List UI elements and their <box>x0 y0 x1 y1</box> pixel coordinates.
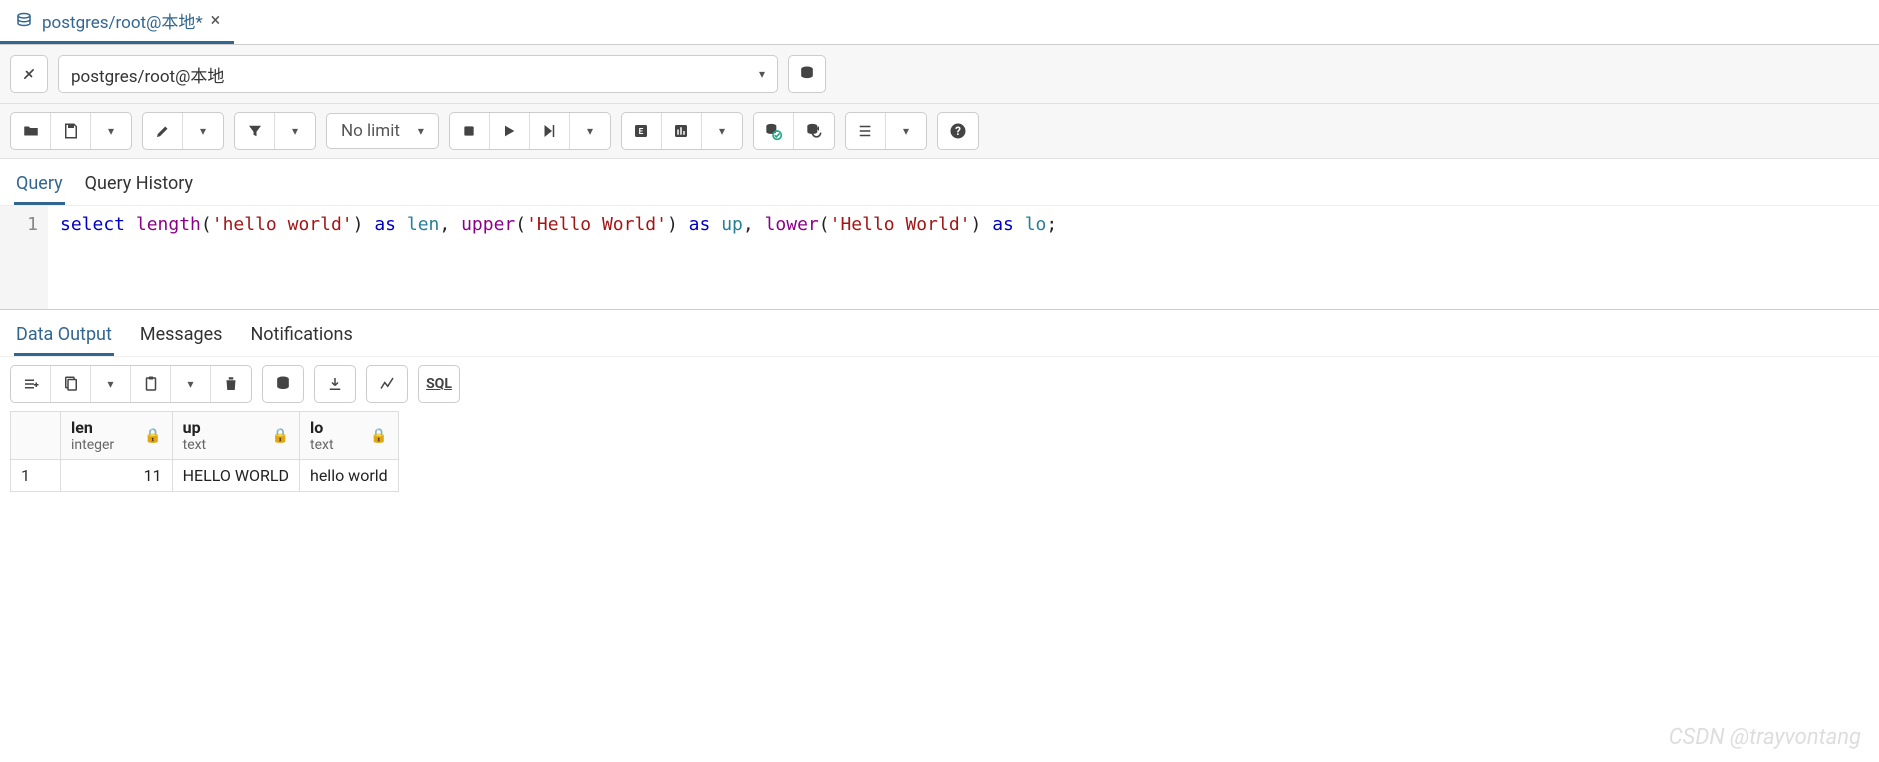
commit-button[interactable] <box>754 113 794 149</box>
tab-messages[interactable]: Messages <box>138 320 225 356</box>
svg-text:E: E <box>639 127 644 137</box>
table-row[interactable]: 1 11 HELLO WORLD hello world <box>11 460 399 492</box>
cell-up[interactable]: HELLO WORLD <box>172 460 299 492</box>
explain-analyze-button[interactable] <box>662 113 702 149</box>
row-header-corner <box>11 412 61 460</box>
explain-dropdown[interactable]: ▾ <box>702 113 742 149</box>
chart-button[interactable] <box>367 366 407 402</box>
database-picker-button[interactable] <box>788 55 826 93</box>
sql-view-button[interactable]: SQL <box>419 366 459 402</box>
rollback-button[interactable] <box>794 113 834 149</box>
cell-len[interactable]: 11 <box>61 460 173 492</box>
svg-text:?: ? <box>955 124 961 138</box>
stop-button[interactable] <box>450 113 490 149</box>
column-header-up[interactable]: up text 🔒 <box>172 412 299 460</box>
lock-icon: 🔒 <box>272 428 289 444</box>
row-number: 1 <box>11 460 61 492</box>
explain-button[interactable]: E <box>622 113 662 149</box>
connection-bar: postgres/root@本地 ▾ <box>0 45 1879 104</box>
execute-dropdown[interactable]: ▾ <box>570 113 610 149</box>
chevron-down-icon: ▾ <box>759 67 765 81</box>
lock-icon: 🔒 <box>144 428 161 444</box>
paste-button[interactable] <box>131 366 171 402</box>
copy-dropdown[interactable]: ▾ <box>91 366 131 402</box>
column-header-len[interactable]: len integer 🔒 <box>61 412 173 460</box>
macros-button[interactable] <box>846 113 886 149</box>
save-dropdown[interactable]: ▾ <box>91 113 131 149</box>
line-gutter: 1 <box>0 206 48 309</box>
result-grid: len integer 🔒 up text 🔒 <box>10 411 399 492</box>
tab-query-history[interactable]: Query History <box>83 169 195 205</box>
filter-button[interactable] <box>235 113 275 149</box>
tab-query[interactable]: Query <box>14 169 65 205</box>
execute-button[interactable] <box>490 113 530 149</box>
cell-lo[interactable]: hello world <box>300 460 399 492</box>
lock-icon: 🔒 <box>370 428 387 444</box>
connection-status-button[interactable] <box>10 55 48 93</box>
tab-notifications[interactable]: Notifications <box>248 320 354 356</box>
chevron-down-icon: ▾ <box>418 124 424 138</box>
watermark: CSDN @trayvontang <box>1669 725 1861 750</box>
execute-script-button[interactable] <box>530 113 570 149</box>
code-line: select length('hello world') as len, upp… <box>48 206 1069 309</box>
add-row-button[interactable] <box>11 366 51 402</box>
edit-dropdown[interactable]: ▾ <box>183 113 223 149</box>
tab-bar: postgres/root@本地* × <box>0 0 1879 45</box>
sql-editor[interactable]: 1 select length('hello world') as len, u… <box>0 205 1879 310</box>
output-tabs: Data Output Messages Notifications <box>0 310 1879 356</box>
macros-dropdown[interactable]: ▾ <box>886 113 926 149</box>
close-icon[interactable]: × <box>211 10 221 31</box>
tab-data-output[interactable]: Data Output <box>14 320 114 356</box>
copy-button[interactable] <box>51 366 91 402</box>
editor-tabs: Query Query History <box>0 159 1879 205</box>
save-data-button[interactable] <box>263 366 303 402</box>
output-toolbar: ▾ ▾ SQL <box>0 356 1879 411</box>
row-limit-label: No limit <box>341 121 400 141</box>
help-button[interactable]: ? <box>938 113 978 149</box>
delete-row-button[interactable] <box>211 366 251 402</box>
connection-label: postgres/root@本地 <box>71 62 224 87</box>
row-limit-select[interactable]: No limit ▾ <box>326 113 439 149</box>
paste-dropdown[interactable]: ▾ <box>171 366 211 402</box>
column-header-lo[interactable]: lo text 🔒 <box>300 412 399 460</box>
file-tab[interactable]: postgres/root@本地* × <box>0 0 234 44</box>
connection-select[interactable]: postgres/root@本地 ▾ <box>58 55 778 93</box>
save-button[interactable] <box>51 113 91 149</box>
database-icon <box>14 12 34 30</box>
download-button[interactable] <box>315 366 355 402</box>
tab-title: postgres/root@本地* <box>42 8 203 33</box>
main-toolbar: ▾ ▾ ▾ No limit ▾ ▾ E ▾ ▾ ? <box>0 104 1879 159</box>
edit-button[interactable] <box>143 113 183 149</box>
filter-dropdown[interactable]: ▾ <box>275 113 315 149</box>
open-file-button[interactable] <box>11 113 51 149</box>
